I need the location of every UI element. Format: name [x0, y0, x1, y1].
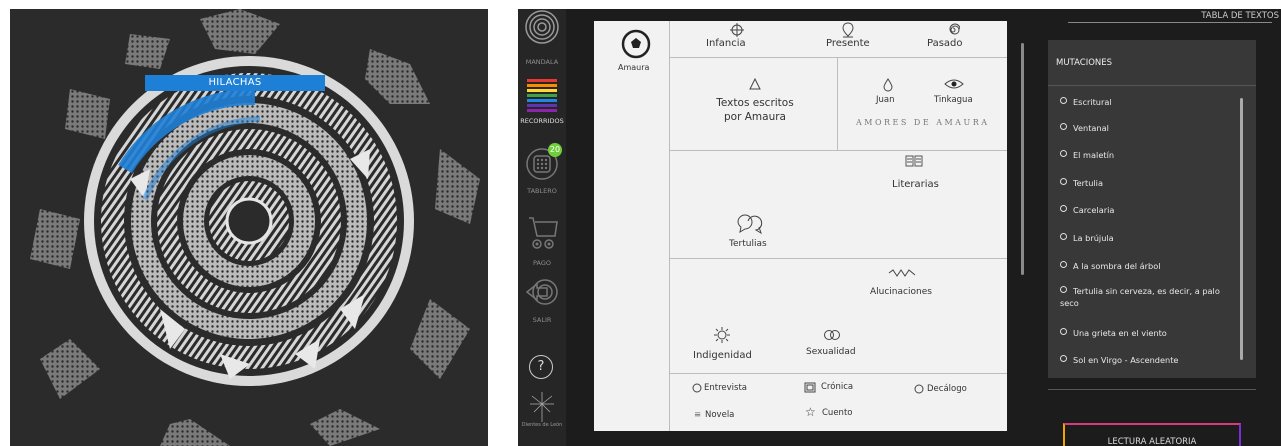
mutacion-item[interactable]: Tertulia [1060, 177, 1103, 189]
soccer-ball-icon[interactable] [621, 29, 651, 59]
main-scrollbar[interactable] [1021, 43, 1024, 275]
logo-text: Dientes de León [521, 422, 563, 428]
map-pin-icon [842, 22, 854, 38]
mutacion-item[interactable]: Ventanal [1060, 122, 1109, 134]
nav-salir-label[interactable]: SALIR [518, 316, 566, 324]
mutacion-item[interactable]: A la sombra del árbol [1060, 260, 1161, 272]
amores-title: AMORES DE AMAURA [856, 118, 990, 127]
nav-recorridos-label[interactable]: RECORRIDOS [518, 117, 566, 125]
newspaper-icon [804, 382, 816, 393]
indigenidad-label[interactable]: Indigenidad [693, 350, 752, 361]
mutaciones-panel: MUTACIONES Escritural Ventanal El maletí… [1048, 40, 1256, 378]
spiral-icon [949, 23, 960, 35]
nav-tablero-label[interactable]: TABLERO [518, 187, 566, 195]
star-icon: ☆ [805, 405, 816, 419]
mandala-panel: HILACHAS [10, 9, 488, 446]
mutacion-item[interactable]: Una grieta en el viento [1060, 327, 1167, 339]
circle-icon [914, 384, 924, 394]
tablero-badge: 20 [548, 143, 562, 157]
written-by-amaura[interactable]: Textos escritos por Amaura [710, 96, 800, 124]
genre-cronica[interactable]: Crónica [821, 382, 853, 392]
chat-bubbles-icon [737, 214, 763, 235]
nav-mandala-label[interactable]: MANDALA [518, 58, 566, 66]
literarias-label[interactable]: Literarias [892, 179, 939, 190]
time-presente[interactable]: Presente [826, 38, 870, 49]
cart-icon[interactable] [527, 214, 559, 254]
text-table-column: TABLA DE TEXTOS MUTACIONES Escritural Ve… [1038, 9, 1281, 446]
speech-icon [692, 383, 702, 393]
dandelion-logo-icon [530, 392, 554, 422]
rainbow-icon[interactable] [527, 79, 557, 113]
exit-icon[interactable] [525, 275, 559, 309]
tertulias-label[interactable]: Tertulias [729, 239, 767, 249]
mutacion-item[interactable]: Sol en Virgo - Ascendente [1060, 354, 1178, 366]
crosshair-icon [730, 23, 744, 37]
genre-novela[interactable]: Novela [705, 410, 734, 420]
triangle-icon [749, 78, 761, 90]
table-title: TABLA DE TEXTOS [1201, 11, 1279, 21]
book-icon [905, 155, 923, 167]
genre-cuento[interactable]: Cuento [822, 408, 852, 418]
mutacion-item[interactable]: Escritural [1060, 96, 1112, 108]
eye-icon [944, 79, 964, 89]
app-window: MANDALA RECORRIDOS 20 TABLERO PAGO SALIR… [518, 9, 1281, 446]
text-map-card: Amaura Infancia Presente Pasado Textos e… [594, 21, 1007, 431]
nav-pago-label[interactable]: PAGO [518, 259, 566, 267]
genre-entrevista[interactable]: Entrevista [704, 383, 747, 393]
time-infancia[interactable]: Infancia [706, 38, 746, 49]
sun-icon [714, 327, 730, 343]
hilachas-banner[interactable]: HILACHAS [145, 75, 325, 91]
mandala-icon[interactable] [525, 10, 559, 44]
alucinaciones-label[interactable]: Alucinaciones [870, 287, 932, 297]
wave-icon [888, 269, 916, 277]
list-icon: ≡ [694, 410, 702, 420]
mutacion-item[interactable]: El maletín [1060, 149, 1114, 161]
mutacion-item[interactable]: Tertulia sin cerveza, es decir, a palo s… [1060, 285, 1230, 309]
random-reading-button[interactable]: LECTURA ALEATORIA [1063, 423, 1241, 446]
genre-decalogo[interactable]: Decálogo [927, 384, 967, 394]
help-icon[interactable]: ? [529, 355, 553, 379]
interlocked-circles-icon [824, 330, 840, 340]
mutaciones-title: MUTACIONES [1056, 58, 1113, 68]
sexualidad-label[interactable]: Sexualidad [806, 347, 856, 357]
time-pasado[interactable]: Pasado [927, 38, 963, 49]
love-tinkagua[interactable]: Tinkagua [934, 95, 973, 105]
love-juan[interactable]: Juan [876, 95, 895, 105]
mutacion-item[interactable]: La brújula [1060, 232, 1114, 244]
sidebar: MANDALA RECORRIDOS 20 TABLERO PAGO SALIR… [518, 9, 566, 446]
mutaciones-scrollbar[interactable] [1240, 98, 1243, 360]
author-label[interactable]: Amaura [618, 63, 649, 72]
drop-icon [883, 78, 893, 92]
mutacion-item[interactable]: Carcelaria [1060, 204, 1114, 216]
